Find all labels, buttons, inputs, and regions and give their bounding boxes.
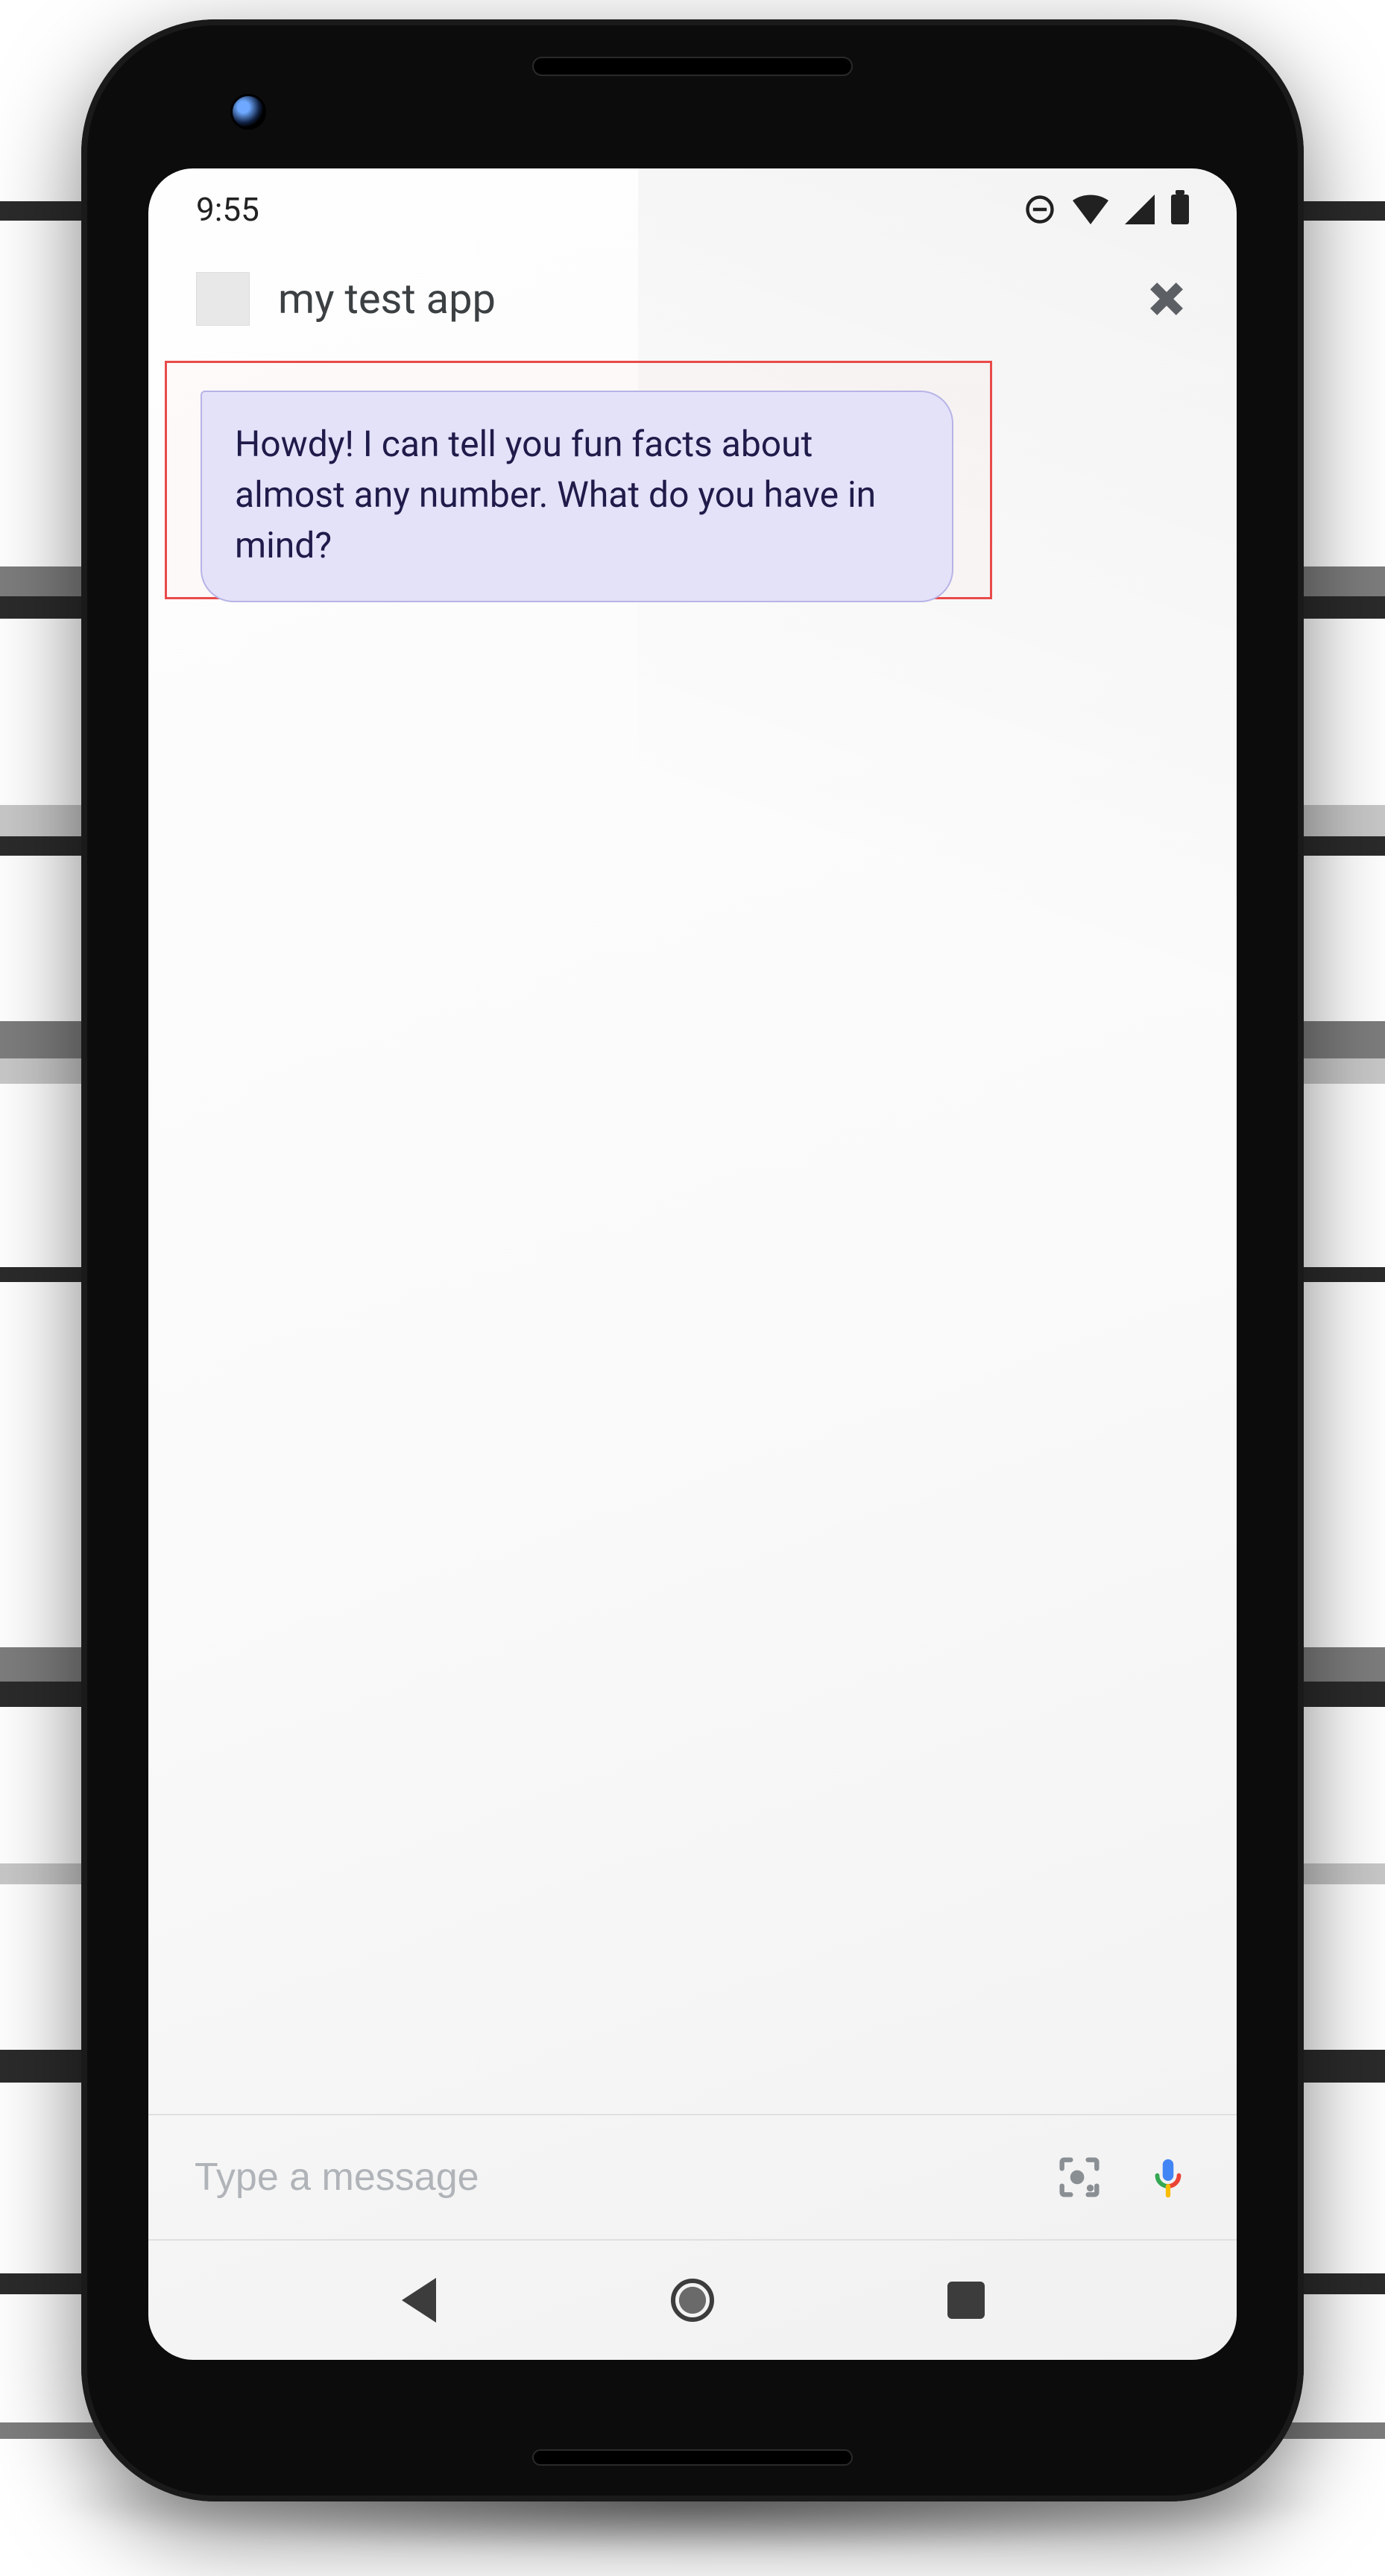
assistant-message-text: Howdy! I can tell you fun facts about al… <box>235 423 876 566</box>
nav-recent-icon <box>947 2282 985 2319</box>
nav-back-button[interactable] <box>393 2274 445 2326</box>
close-icon <box>1147 280 1186 318</box>
phone-screen: 9:55 my test app <box>148 168 1237 2360</box>
status-time: 9:55 <box>196 190 259 229</box>
nav-back-icon <box>402 2278 436 2323</box>
earpiece-speaker <box>532 57 853 76</box>
wifi-icon <box>1073 195 1108 224</box>
google-lens-button[interactable] <box>1052 2150 1107 2205</box>
front-camera <box>230 94 266 130</box>
nav-home-icon <box>671 2279 714 2322</box>
close-button[interactable] <box>1144 277 1189 321</box>
status-bar: 9:55 <box>148 168 1237 250</box>
assistant-message-bubble: Howdy! I can tell you fun facts about al… <box>201 391 953 602</box>
bottom-speaker <box>532 2449 853 2466</box>
microphone-button[interactable] <box>1144 2153 1192 2201</box>
compose-bar <box>148 2114 1237 2241</box>
message-input[interactable] <box>193 2154 1015 2200</box>
do-not-disturb-icon <box>1023 193 1056 226</box>
app-title: my test app <box>278 274 1116 323</box>
battery-icon <box>1171 195 1189 224</box>
app-title-bar: my test app <box>148 250 1237 347</box>
phone-frame: 9:55 my test app <box>81 19 1304 2501</box>
android-nav-bar <box>148 2241 1237 2360</box>
conversation-area[interactable]: Howdy! I can tell you fun facts about al… <box>148 347 1237 2114</box>
google-lens-icon <box>1053 2151 1105 2203</box>
microphone-icon <box>1146 2156 1190 2199</box>
app-icon <box>196 272 250 326</box>
cellular-signal-icon <box>1125 195 1155 224</box>
nav-home-button[interactable] <box>666 2274 719 2326</box>
nav-recent-button[interactable] <box>940 2274 992 2326</box>
